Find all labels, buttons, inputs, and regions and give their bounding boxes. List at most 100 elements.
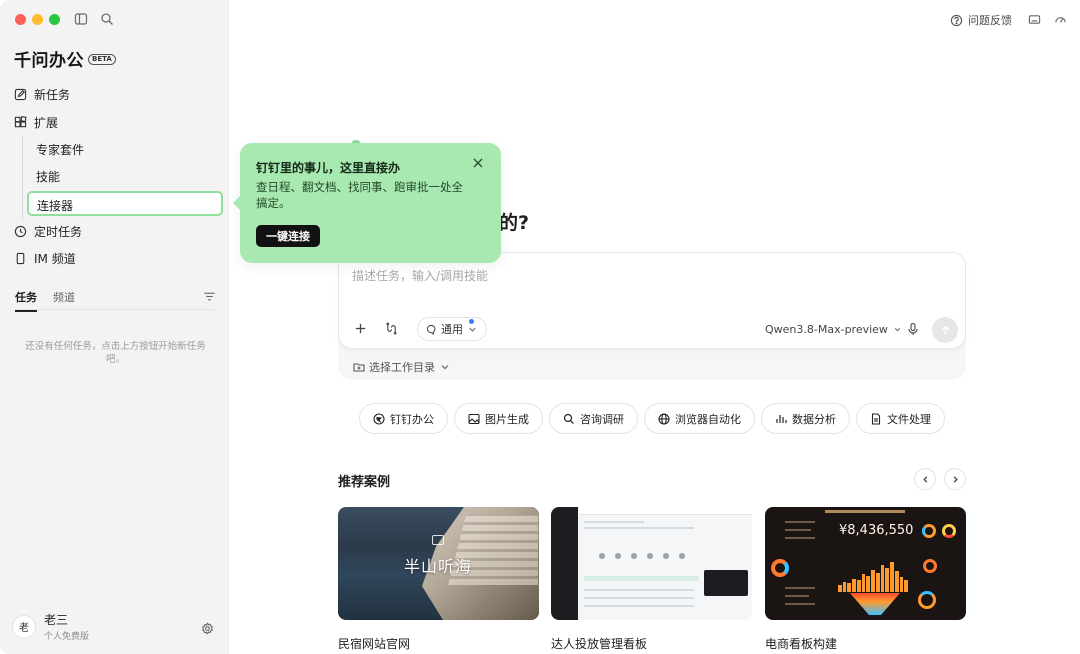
- card-thumbnail-row: [785, 529, 811, 531]
- composer[interactable]: 描述任务，输入/调用技能 通用 Qwen3.8-Max-preview: [338, 252, 966, 349]
- chat-bubble-icon: [426, 324, 436, 335]
- window-controls: [15, 14, 60, 25]
- card-thumbnail-bar: [856, 580, 861, 592]
- nav-expert-kits[interactable]: 专家套件: [36, 141, 84, 158]
- feedback-button[interactable]: 问题反馈: [950, 12, 1012, 28]
- card-thumbnail-dot: [615, 553, 621, 559]
- model-selector[interactable]: Qwen3.8-Max-preview: [765, 323, 902, 336]
- tools-icon[interactable]: [385, 322, 398, 335]
- card-thumbnail-funnel: [850, 593, 900, 615]
- page-headline: 的?: [499, 212, 530, 234]
- next-button[interactable]: [944, 468, 966, 490]
- card-thumbnail-bar: [871, 569, 875, 592]
- nav-skills[interactable]: 技能: [36, 168, 60, 185]
- help-icon: [950, 14, 963, 26]
- user-plan: 个人免费版: [44, 632, 90, 642]
- bar-chart-icon: [776, 414, 787, 423]
- nav-extensions[interactable]: 扩展: [14, 114, 58, 131]
- nav-im-channel[interactable]: IM 频道: [14, 250, 76, 267]
- search-icon[interactable]: [100, 12, 114, 26]
- chip-label: 浏览器自动化: [675, 412, 741, 426]
- popover-title: 钉钉里的事儿，这里直接办: [256, 161, 401, 175]
- card-thumbnail-dot: [631, 553, 637, 559]
- select-workdir-button[interactable]: 选择工作目录: [353, 359, 451, 375]
- brand: 千问办公 BETA: [14, 46, 116, 71]
- card-thumbnail-bar: [852, 578, 856, 592]
- nav-new-task-label: 新任务: [34, 88, 71, 102]
- connect-button[interactable]: 一键连接: [256, 225, 320, 247]
- extensions-submenu: 专家套件 技能 连接器: [22, 136, 223, 220]
- maximize-window-button[interactable]: [49, 14, 60, 25]
- nav-connectors[interactable]: 连接器: [27, 191, 223, 216]
- feedback-label: 问题反馈: [968, 14, 1012, 27]
- card-thumbnail-row: [785, 537, 815, 539]
- card-thumbnail-row: [785, 521, 815, 523]
- user-profile[interactable]: 老 老三 个人免费版: [12, 611, 89, 642]
- plus-icon[interactable]: [354, 322, 367, 335]
- card-thumbnail-row: [785, 587, 815, 589]
- chip-browser-automation[interactable]: 浏览器自动化: [644, 403, 755, 434]
- nav-new-task[interactable]: 新任务: [14, 86, 70, 103]
- case-card-ecommerce-dashboard[interactable]: ¥8,436,550: [765, 507, 966, 620]
- chevron-right-icon: [953, 475, 958, 483]
- card-thumbnail-sidebar: [551, 507, 578, 620]
- card-thumbnail-bar: [885, 568, 890, 592]
- sidebar: 千问办公 BETA 新任务 扩展 专家套件 技能 连接器 定时任务 IM 频道: [0, 0, 229, 654]
- globe-icon: [658, 412, 670, 425]
- keyboard-icon[interactable]: [1028, 13, 1041, 26]
- case-card-homestay[interactable]: 半山听海: [338, 507, 539, 620]
- empty-tasks-message: 还没有任何任务，点击上方按钮开始新任务吧。: [25, 341, 206, 365]
- card-thumbnail-band: [584, 576, 699, 581]
- sidebar-toggle-icon[interactable]: [74, 12, 88, 26]
- chip-file-processing[interactable]: 文件处理: [856, 403, 945, 434]
- chevron-left-icon: [922, 475, 927, 483]
- clock-icon: [14, 225, 27, 238]
- minimize-window-button[interactable]: [32, 14, 43, 25]
- chip-label: 数据分析: [792, 412, 836, 426]
- case-card-influencer-dashboard[interactable]: [551, 507, 752, 620]
- card-thumbnail-bars: [838, 562, 909, 592]
- card-thumbnail-dot: [663, 553, 669, 559]
- card-thumbnail-bar: [842, 581, 847, 592]
- card-overlay-text: 半山听海: [404, 557, 473, 576]
- search-icon: [563, 413, 574, 424]
- mode-selector[interactable]: 通用: [417, 317, 487, 341]
- workdir-label: 选择工作目录: [369, 361, 435, 374]
- chip-data-analysis[interactable]: 数据分析: [761, 403, 850, 434]
- model-label: Qwen3.8-Max-preview: [765, 323, 888, 336]
- microphone-icon[interactable]: [907, 322, 919, 336]
- chip-label: 图片生成: [485, 412, 529, 426]
- nav-scheduled-tasks[interactable]: 定时任务: [14, 223, 82, 240]
- card-thumbnail-bar: [904, 580, 909, 592]
- chip-image-gen[interactable]: 图片生成: [454, 403, 543, 434]
- card-thumbnail-bar: [866, 575, 871, 592]
- card-thumbnail-bar: [861, 574, 866, 592]
- card-thumbnail-row: [584, 527, 694, 529]
- card-thumbnail-row: [584, 597, 694, 599]
- chip-dingtalk[interactable]: 钉钉办公: [359, 403, 448, 434]
- case-label[interactable]: 达人投放管理看板: [551, 635, 647, 652]
- nav-scheduled-label: 定时任务: [34, 225, 83, 239]
- card-thumbnail-header: [578, 507, 752, 515]
- card-thumbnail-bar: [847, 583, 852, 592]
- case-label[interactable]: 电商看板构建: [765, 635, 837, 652]
- tabs-divider: [15, 309, 215, 310]
- case-label[interactable]: 民宿网站官网: [338, 635, 410, 652]
- nav-connectors-label: 连接器: [37, 199, 74, 213]
- filter-icon[interactable]: [203, 290, 216, 303]
- card-thumbnail-title: [825, 510, 905, 513]
- app-window: 千问办公 BETA 新任务 扩展 专家套件 技能 连接器 定时任务 IM 频道: [0, 0, 1080, 654]
- chip-research[interactable]: 咨询调研: [549, 403, 638, 434]
- send-button[interactable]: [932, 317, 958, 343]
- card-thumbnail-ring: [771, 559, 789, 577]
- gear-icon[interactable]: [201, 622, 214, 635]
- close-window-button[interactable]: [15, 14, 26, 25]
- card-thumbnail-row: [584, 521, 644, 523]
- composer-input[interactable]: 描述任务，输入/调用技能: [352, 267, 488, 284]
- close-icon[interactable]: [472, 157, 484, 169]
- prev-button[interactable]: [914, 468, 936, 490]
- gauge-icon[interactable]: [1054, 13, 1067, 26]
- mode-label: 通用: [441, 323, 463, 336]
- card-thumbnail-ring: [923, 559, 937, 573]
- card-thumbnail-bar: [880, 565, 885, 592]
